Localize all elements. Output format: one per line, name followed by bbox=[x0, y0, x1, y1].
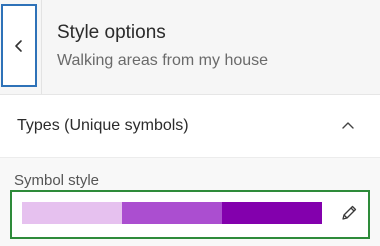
color-ramp-segment bbox=[122, 202, 222, 224]
panel-header: Style options Walking areas from my hous… bbox=[0, 0, 380, 95]
page-subtitle: Walking areas from my house bbox=[57, 52, 269, 69]
section-toggle-types[interactable]: Types (Unique symbols) bbox=[0, 95, 380, 158]
symbol-style-field bbox=[10, 190, 370, 239]
color-ramp-segment bbox=[22, 202, 122, 224]
pencil-icon[interactable] bbox=[339, 203, 359, 223]
color-ramp-button[interactable] bbox=[22, 202, 322, 224]
header-divider bbox=[41, 0, 42, 94]
symbol-style-label: Symbol style bbox=[14, 172, 100, 189]
chevron-up-icon bbox=[340, 118, 356, 134]
color-ramp-segment bbox=[222, 202, 322, 224]
chevron-left-icon bbox=[14, 39, 24, 53]
back-button[interactable] bbox=[1, 4, 37, 87]
page-title: Style options bbox=[57, 22, 166, 43]
style-options-panel: Style options Walking areas from my hous… bbox=[0, 0, 380, 246]
section-title: Types (Unique symbols) bbox=[17, 117, 189, 134]
panel-body: Types (Unique symbols) Symbol style bbox=[0, 95, 380, 246]
